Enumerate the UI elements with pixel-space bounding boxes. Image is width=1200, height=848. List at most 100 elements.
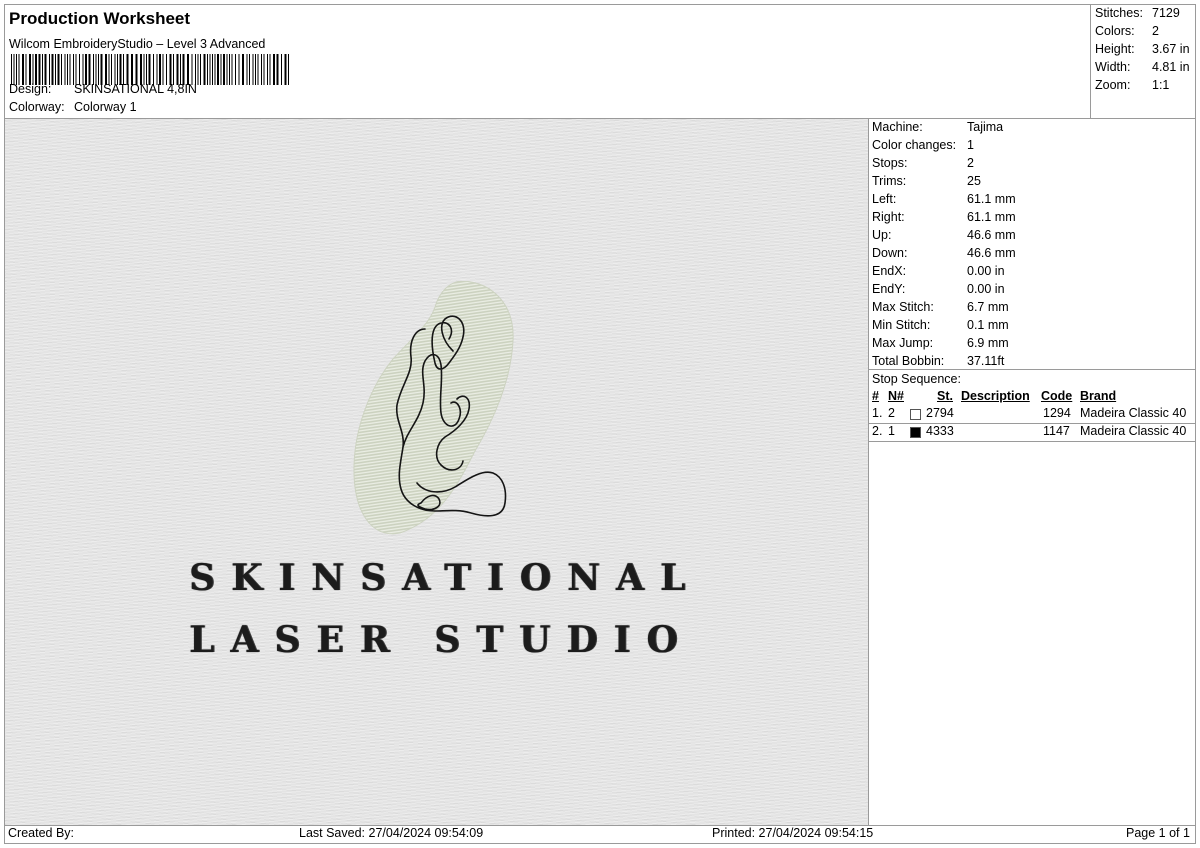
info-value: Tajima xyxy=(967,120,1004,134)
col-header-description: Description xyxy=(961,389,1030,403)
info-label: EndX: xyxy=(872,264,907,278)
stat-value: 3.67 in xyxy=(1152,42,1190,56)
summary-stats: Stitches: 7129 Colors: 2 Height: 3.67 in Wi… xyxy=(1095,6,1195,96)
info-label: Color changes: xyxy=(872,138,957,152)
stat-value: 1:1 xyxy=(1152,78,1170,92)
info-row: Down: 46.6 mm xyxy=(872,246,1194,264)
stat-label: Zoom: xyxy=(1095,78,1131,92)
info-row: Left: 61.1 mm xyxy=(872,192,1194,210)
design-preview-canvas[interactable]: SKINSATIONAL LASER STUDIO xyxy=(5,119,868,825)
info-row: Color changes: 1 xyxy=(872,138,1194,156)
stat-row: Stitches: 7129 xyxy=(1095,6,1195,24)
row-index: 1. xyxy=(872,406,883,420)
info-row: Max Jump: 6.9 mm xyxy=(872,336,1194,354)
footer-line xyxy=(5,825,1195,826)
row-code: 1294 xyxy=(1043,406,1071,420)
info-label: Down: xyxy=(872,246,908,260)
info-value: 0.1 mm xyxy=(967,318,1009,332)
thread-color-swatch xyxy=(910,427,921,438)
col-header-needle: N# xyxy=(888,389,904,403)
row-stitches: 4333 xyxy=(926,424,954,438)
figure-leaf-logo xyxy=(353,281,514,535)
info-value: 6.7 mm xyxy=(967,300,1009,314)
stop-sequence-row[interactable]: 1. 2 2794 1294 Madeira Classic 40 xyxy=(869,406,1195,424)
info-label: EndY: xyxy=(872,282,906,296)
stop-sequence-header: # N# St. Description Code Brand xyxy=(869,389,1195,407)
brand-text-line-1: SKINSATIONAL xyxy=(189,557,702,599)
stat-label: Height: xyxy=(1095,42,1135,56)
info-value: 25 xyxy=(967,174,981,188)
canvas-divider xyxy=(868,119,869,825)
stop-sequence-row[interactable]: 2. 1 4333 1147 Madeira Classic 40 xyxy=(869,424,1195,442)
col-header-index: # xyxy=(872,389,879,403)
row-brand: Madeira Classic 40 xyxy=(1080,406,1187,420)
created-by: Created By: xyxy=(8,826,75,840)
info-label: Left: xyxy=(872,192,897,206)
row-index: 2. xyxy=(872,424,883,438)
row-needle: 2 xyxy=(888,406,895,420)
last-saved: Last Saved: 27/04/2024 09:54:09 xyxy=(299,826,484,840)
printed-date: Printed: 27/04/2024 09:54:15 xyxy=(712,826,874,840)
info-row: Max Stitch: 6.7 mm xyxy=(872,300,1194,318)
info-value: 2 xyxy=(967,156,974,170)
info-value: 0.00 in xyxy=(967,264,1005,278)
info-label: Machine: xyxy=(872,120,923,134)
info-row: Min Stitch: 0.1 mm xyxy=(872,318,1194,336)
info-row: EndX: 0.00 in xyxy=(872,264,1194,282)
stop-sequence-top-line xyxy=(869,369,1195,370)
stat-label: Width: xyxy=(1095,60,1131,74)
info-label: Trims: xyxy=(872,174,907,188)
info-label: Right: xyxy=(872,210,905,224)
header-divider xyxy=(1090,5,1091,118)
info-label: Min Stitch: xyxy=(872,318,931,332)
page-title: Production Worksheet xyxy=(9,9,191,28)
info-row: Up: 46.6 mm xyxy=(872,228,1194,246)
info-row: EndY: 0.00 in xyxy=(872,282,1194,300)
info-row: Trims: 25 xyxy=(872,174,1194,192)
barcode-image xyxy=(11,54,289,85)
info-label: Up: xyxy=(872,228,892,242)
info-row: Right: 61.1 mm xyxy=(872,210,1194,228)
stat-row: Height: 3.67 in xyxy=(1095,42,1195,60)
row-divider xyxy=(869,441,1195,442)
stat-value: 2 xyxy=(1152,24,1159,38)
stat-value: 7129 xyxy=(1152,6,1180,20)
info-label: Stops: xyxy=(872,156,908,170)
brand-text-line-2: LASER STUDIO xyxy=(189,619,694,661)
col-header-code: Code xyxy=(1041,389,1073,403)
stat-row: Colors: 2 xyxy=(1095,24,1195,42)
info-value: 0.00 in xyxy=(967,282,1005,296)
info-row: Stops: 2 xyxy=(872,156,1194,174)
stat-value: 4.81 in xyxy=(1152,60,1190,74)
thread-color-swatch xyxy=(910,409,921,420)
info-value: 61.1 mm xyxy=(967,210,1016,224)
col-header-stitches: St. xyxy=(937,389,953,403)
info-label: Max Stitch: xyxy=(872,300,934,314)
info-value: 46.6 mm xyxy=(967,246,1016,260)
stop-sequence-title: Stop Sequence: xyxy=(872,372,961,386)
row-stitches: 2794 xyxy=(926,406,954,420)
colorway-value: Colorway 1 xyxy=(74,100,137,114)
info-value: 6.9 mm xyxy=(967,336,1009,350)
software-subtitle: Wilcom EmbroideryStudio – Level 3 Advanc… xyxy=(9,37,266,51)
stat-label: Colors: xyxy=(1095,24,1135,38)
row-needle: 1 xyxy=(888,424,895,438)
stat-label: Stitches: xyxy=(1095,6,1143,20)
row-code: 1147 xyxy=(1043,424,1070,438)
info-label: Max Jump: xyxy=(872,336,934,350)
info-value: 1 xyxy=(967,138,974,152)
info-label: Total Bobbin: xyxy=(872,354,945,368)
worksheet-header: Production Worksheet Wilcom EmbroiderySt… xyxy=(5,5,1090,117)
colorway-label: Colorway: xyxy=(9,100,65,114)
info-value: 46.6 mm xyxy=(967,228,1016,242)
stat-row: Width: 4.81 in xyxy=(1095,60,1195,78)
stat-row: Zoom: 1:1 xyxy=(1095,78,1195,96)
col-header-brand: Brand xyxy=(1080,389,1117,403)
row-brand: Madeira Classic 40 xyxy=(1080,424,1187,438)
info-row: Machine: Tajima xyxy=(872,120,1194,138)
info-value: 37.11ft xyxy=(967,354,1005,368)
info-value: 61.1 mm xyxy=(967,192,1016,206)
design-label: Design: xyxy=(9,82,52,96)
machine-info-panel: Machine: Tajima Color changes: 1 Stops: 2 T… xyxy=(872,120,1194,372)
page-number: Page 1 of 1 xyxy=(1126,826,1190,840)
